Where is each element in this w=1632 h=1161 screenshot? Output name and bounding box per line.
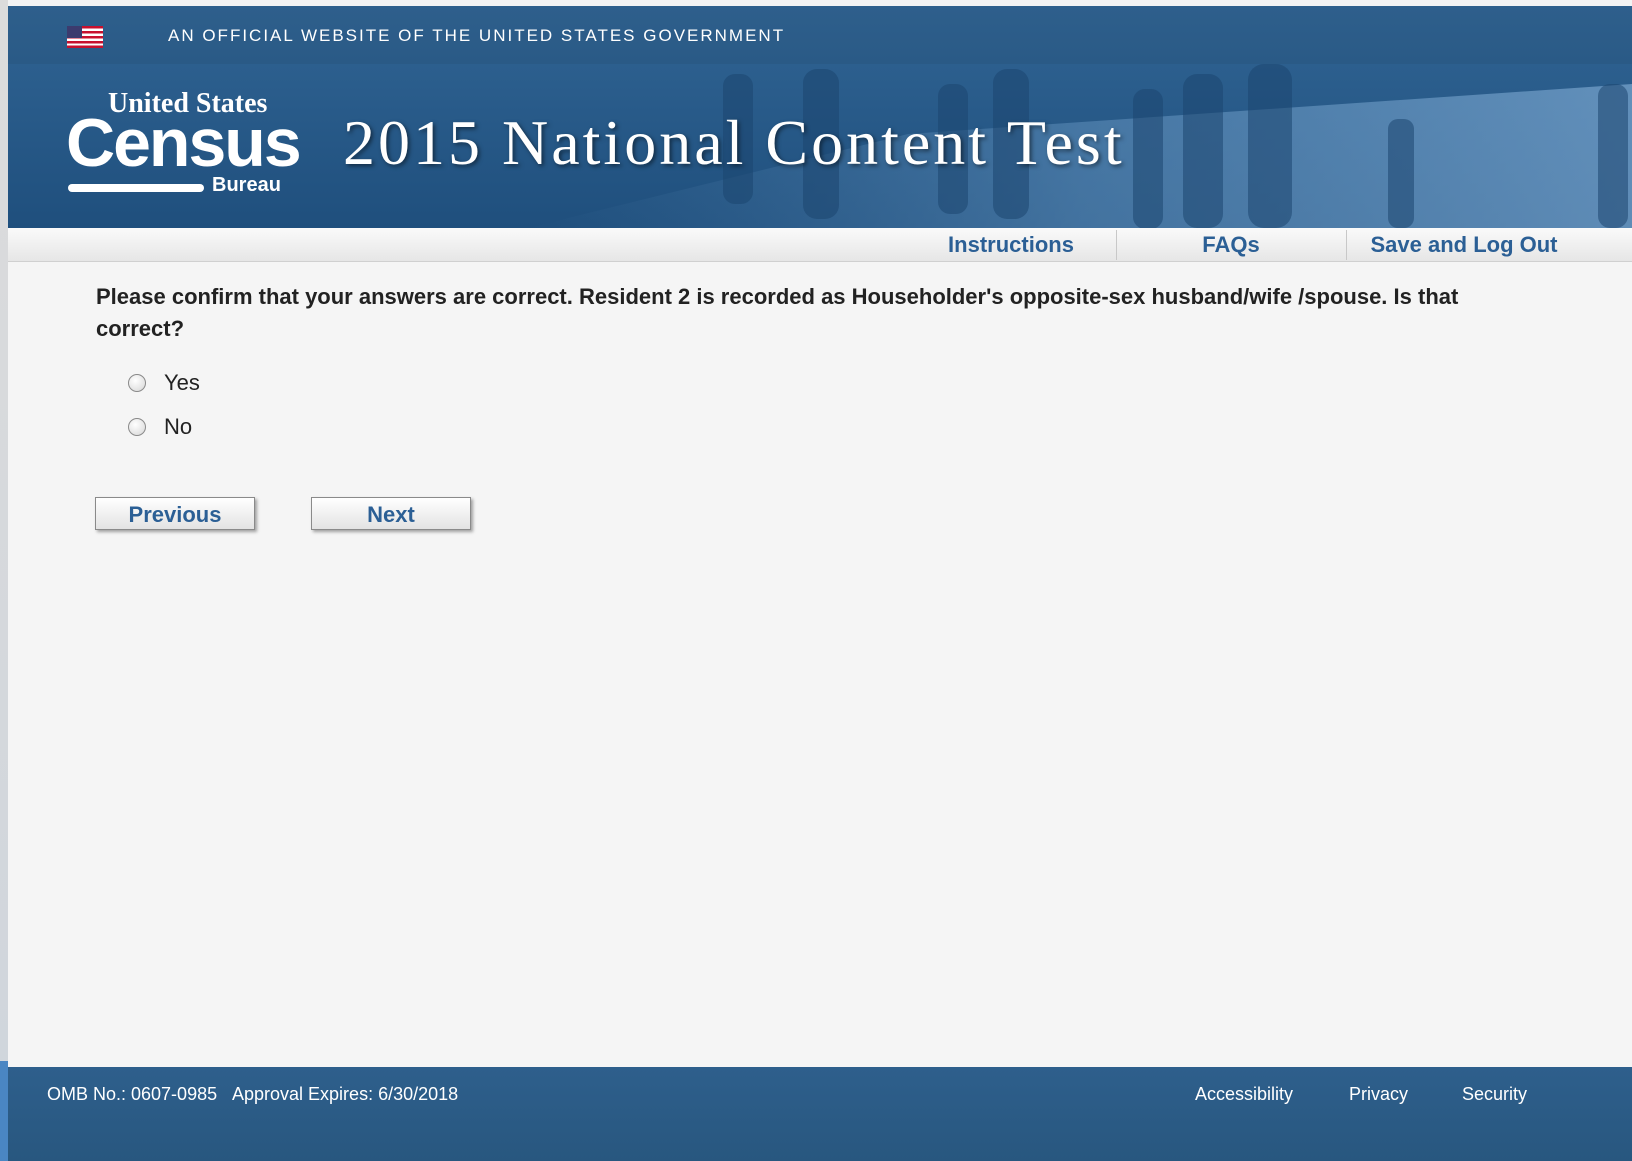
site-footer: OMB No.: 0607-0985 Approval Expires: 6/3…	[8, 1067, 1632, 1161]
previous-button[interactable]: Previous	[95, 497, 255, 530]
nav-save-logout-link[interactable]: Save and Log Out	[1354, 228, 1574, 261]
window-left-edge-accent	[0, 1061, 8, 1161]
page-title: 2015 National Content Test	[343, 107, 1125, 178]
us-flag-icon	[67, 26, 103, 48]
option-no-label[interactable]: No	[164, 414, 192, 440]
gov-banner: AN OFFICIAL WEBSITE OF THE UNITED STATES…	[8, 6, 1632, 64]
page: AN OFFICIAL WEBSITE OF THE UNITED STATES…	[8, 6, 1632, 1161]
question-text: Please confirm that your answers are cor…	[96, 284, 1459, 341]
option-yes[interactable]: Yes	[128, 370, 200, 396]
option-no[interactable]: No	[128, 414, 192, 440]
no-radio-button[interactable]	[128, 418, 146, 436]
nav-instructions-link[interactable]: Instructions	[906, 228, 1116, 261]
nav-faqs-link[interactable]: FAQs	[1116, 228, 1346, 261]
approval-expiration: Approval Expires: 6/30/2018	[232, 1084, 459, 1104]
nav-bar: Instructions FAQs Save and Log Out	[8, 228, 1632, 262]
gov-banner-text: AN OFFICIAL WEBSITE OF THE UNITED STATES…	[168, 26, 786, 45]
yes-radio-button[interactable]	[128, 374, 146, 392]
site-header: United States Census Bureau 2015 Nationa…	[8, 64, 1632, 228]
option-yes-label[interactable]: Yes	[164, 370, 200, 396]
census-logo[interactable]: United States Census Bureau	[66, 88, 302, 200]
logo-line-census: Census	[66, 105, 302, 181]
next-button[interactable]: Next	[311, 497, 471, 530]
logo-line-bureau: Bureau	[212, 174, 281, 196]
footer-security-link[interactable]: Security	[1462, 1084, 1527, 1105]
window-left-edge	[0, 0, 8, 1161]
logo-underline	[68, 184, 204, 192]
footer-accessibility-link[interactable]: Accessibility	[1195, 1084, 1293, 1105]
omb-number: OMB No.: 0607-0985	[47, 1084, 218, 1104]
footer-privacy-link[interactable]: Privacy	[1349, 1084, 1408, 1105]
nav-divider	[1346, 230, 1347, 260]
